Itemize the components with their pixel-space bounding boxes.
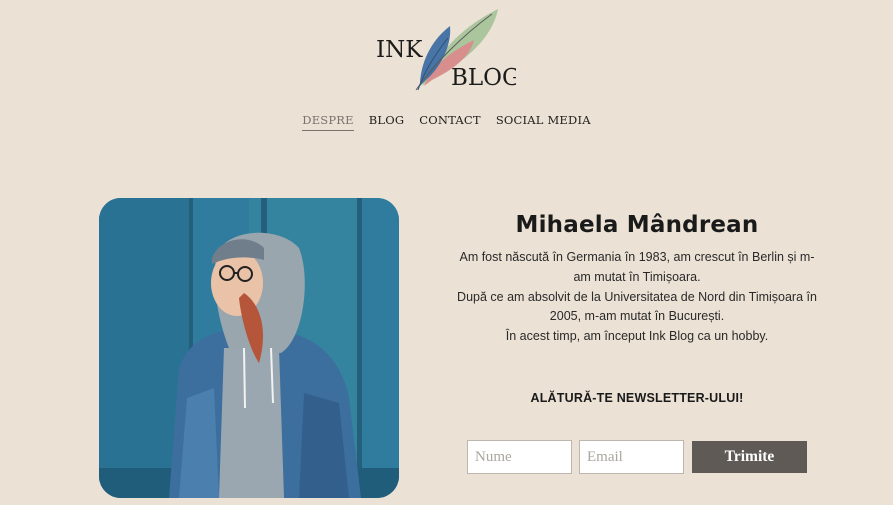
bio-line-5: În acest timp, am început Ink Blog ca un… — [505, 329, 769, 344]
nav-item-social-media[interactable]: SOCIAL MEDIA — [496, 113, 591, 131]
newsletter-title: ALĂTURĂ-TE NEWSLETTER-ULUI! — [530, 391, 744, 405]
page: INK BLOG DESPRE BLOG CONTACT SOCIAL MEDI… — [0, 0, 893, 505]
main-nav: DESPRE BLOG CONTACT SOCIAL MEDIA — [0, 113, 893, 131]
bio-line-3: După ce am absolvit de la Universitatea … — [457, 289, 817, 304]
newsletter-form: Trimite — [467, 440, 807, 474]
nav-item-blog[interactable]: BLOG — [369, 113, 405, 131]
email-input[interactable] — [579, 440, 684, 474]
site-logo[interactable]: INK BLOG — [374, 6, 516, 92]
bio-line-2: am mutat în Timișoara. — [573, 269, 701, 284]
logo-text-blog: BLOG — [451, 65, 516, 91]
profile-photo — [99, 198, 399, 498]
logo-text-ink: INK — [376, 37, 423, 63]
nav-item-despre[interactable]: DESPRE — [302, 113, 354, 131]
name-input[interactable] — [467, 440, 572, 474]
profile-name: Mihaela Mândrean — [515, 212, 759, 238]
feather-quill-icon: INK BLOG — [376, 9, 516, 91]
submit-button[interactable]: Trimite — [692, 441, 807, 473]
nav-item-contact[interactable]: CONTACT — [419, 113, 481, 131]
bio-section: Mihaela Mândrean Am fost născută în Germ… — [450, 212, 824, 347]
bio-line-1: Am fost născută în Germania în 1983, am … — [459, 250, 815, 264]
bio-line-4: 2005, m-am mutat în București. — [549, 309, 725, 324]
